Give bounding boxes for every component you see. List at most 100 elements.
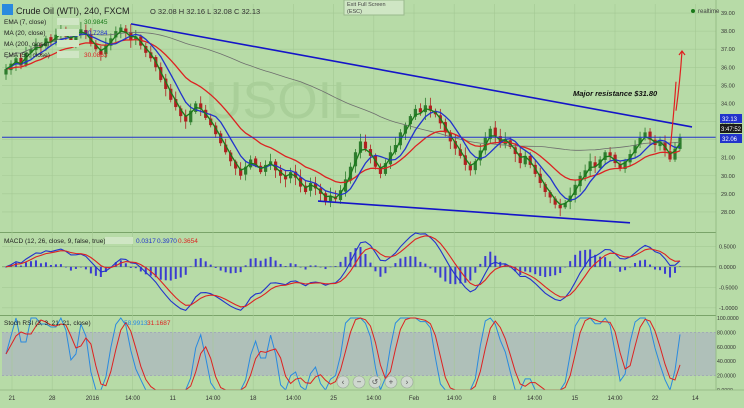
macd-histogram-bar [129,266,132,268]
panel-divider [0,315,744,316]
candle-body [493,127,497,136]
macd-histogram-bar [574,254,577,267]
indicator-settings-box[interactable] [57,51,79,58]
watermark: USOIL [205,72,361,130]
stoch-tick-label: 20.0000 [717,374,736,380]
macd-histogram-bar [289,263,292,267]
zoom-in-icon[interactable]: + [389,378,394,387]
macd-hist-value: 0.3654 [178,238,198,245]
macd-legend-box [105,237,133,244]
chart-navigation[interactable]: ‹ − ↺ + › [336,375,414,389]
macd-label: MACD (12, 26, close, 9, false, true) [4,238,106,245]
macd-histogram-bar [609,261,612,267]
macd-histogram-bar [299,266,302,268]
time-tick-label: 22 [652,396,659,402]
macd-histogram-bar [334,266,337,267]
countdown-text: 3:47:52 [721,127,742,133]
macd-histogram-bar [239,266,242,273]
macd-histogram-bar [164,266,167,281]
macd-histogram-bar [259,260,262,267]
stoch-tick-label: 40.0000 [717,359,736,365]
macd-histogram-bar [474,266,477,273]
macd-histogram-bar [634,262,637,267]
ma-price-text: 32.06 [722,137,738,143]
stoch-tick-label: 80.0000 [717,330,736,336]
time-tick-label: 14:00 [366,396,382,402]
macd-histogram-bar [244,265,247,267]
time-tick-label: 14:00 [286,396,302,402]
macd-histogram-bar [664,266,667,274]
macd-histogram-bar [159,266,162,280]
macd-histogram-bar [669,266,672,278]
macd-histogram-bar [319,266,322,268]
time-tick-label: 15 [571,396,578,402]
macd-histogram-bar [644,259,647,267]
price-tick-label: 29.00 [721,192,735,198]
stoch-d-value: 31.1687 [147,320,171,327]
macd-histogram-bar [24,262,27,267]
macd-histogram-bar [279,263,282,267]
indicator-settings-box[interactable] [57,18,79,25]
macd-histogram-bar [494,255,497,267]
exit-fullscreen-button[interactable]: Exit Full Screen (ESC) [343,0,405,16]
time-tick-label: 18 [250,396,257,402]
reset-icon[interactable]: ↺ [372,378,379,387]
macd-histogram-bar [44,262,47,267]
macd-value: 0.0317 [136,238,156,245]
indicator-value: 30.0863 [84,52,108,59]
macd-tick-label: 0.0000 [719,265,736,271]
exit-fullscreen-label[interactable]: Exit Full Screen [347,2,386,8]
time-tick-label: 14:00 [527,396,543,402]
candle-body [363,141,368,149]
macd-histogram-bar [479,263,482,267]
macd-histogram-bar [234,266,237,273]
time-tick-label: 11 [170,396,177,402]
prev-icon[interactable]: ‹ [342,378,345,387]
macd-histogram-bar [219,266,222,271]
macd-histogram-bar [59,264,62,267]
indicator-value: 30.7284 [84,30,108,37]
indicator-settings-box[interactable] [57,40,79,47]
candle-body [308,182,313,191]
macd-histogram-bar [49,264,52,267]
macd-histogram-bar [29,261,32,267]
macd-histogram-bar [39,263,42,267]
macd-histogram-bar [649,264,652,267]
resistance-annotation: Major resistance $31.80 [573,89,658,98]
macd-histogram-bar [599,256,602,267]
candle-body [468,165,472,171]
zoom-out-icon[interactable]: − [357,378,362,387]
macd-histogram-bar [419,261,422,267]
macd-histogram-bar [324,266,327,270]
exit-fullscreen-key[interactable]: (ESC) [347,9,362,15]
macd-histogram-bar [174,266,177,279]
macd-histogram-bar [169,266,172,281]
chart-window: USOIL 28.0029.0030.0031.0032.0033.0034.0… [0,0,744,408]
stoch-k-value: 58.9913 [124,320,148,327]
realtime-dot [691,9,695,13]
macd-histogram-bar [274,260,277,267]
macd-histogram-bar [344,256,347,267]
macd-histogram-bar [629,266,632,268]
macd-histogram-bar [339,261,342,267]
macd-histogram-bar [84,266,87,270]
next-icon[interactable]: › [406,378,409,387]
indicator-settings-box[interactable] [57,29,79,36]
price-tick-label: 30.00 [721,174,735,180]
time-tick-label: 14:00 [205,396,221,402]
price-chart[interactable]: USOIL 28.0029.0030.0031.0032.0033.0034.0… [0,0,744,408]
time-tick-label: 14:00 [125,396,141,402]
macd-histogram-bar [464,266,467,283]
macd-histogram-bar [604,257,607,267]
price-tick-label: 37.00 [721,47,735,53]
macd-histogram-bar [294,264,297,267]
macd-histogram-bar [254,258,257,267]
bullish-arrow [675,50,683,111]
macd-histogram-bar [214,266,217,268]
macd-histogram-bar [409,256,412,267]
macd-histogram-bar [269,256,272,267]
macd-signal-value: 0.3970 [157,238,177,245]
macd-histogram-bar [549,266,552,277]
stoch-tick-label: 60.0000 [717,345,736,351]
macd-histogram-bar [249,258,252,267]
